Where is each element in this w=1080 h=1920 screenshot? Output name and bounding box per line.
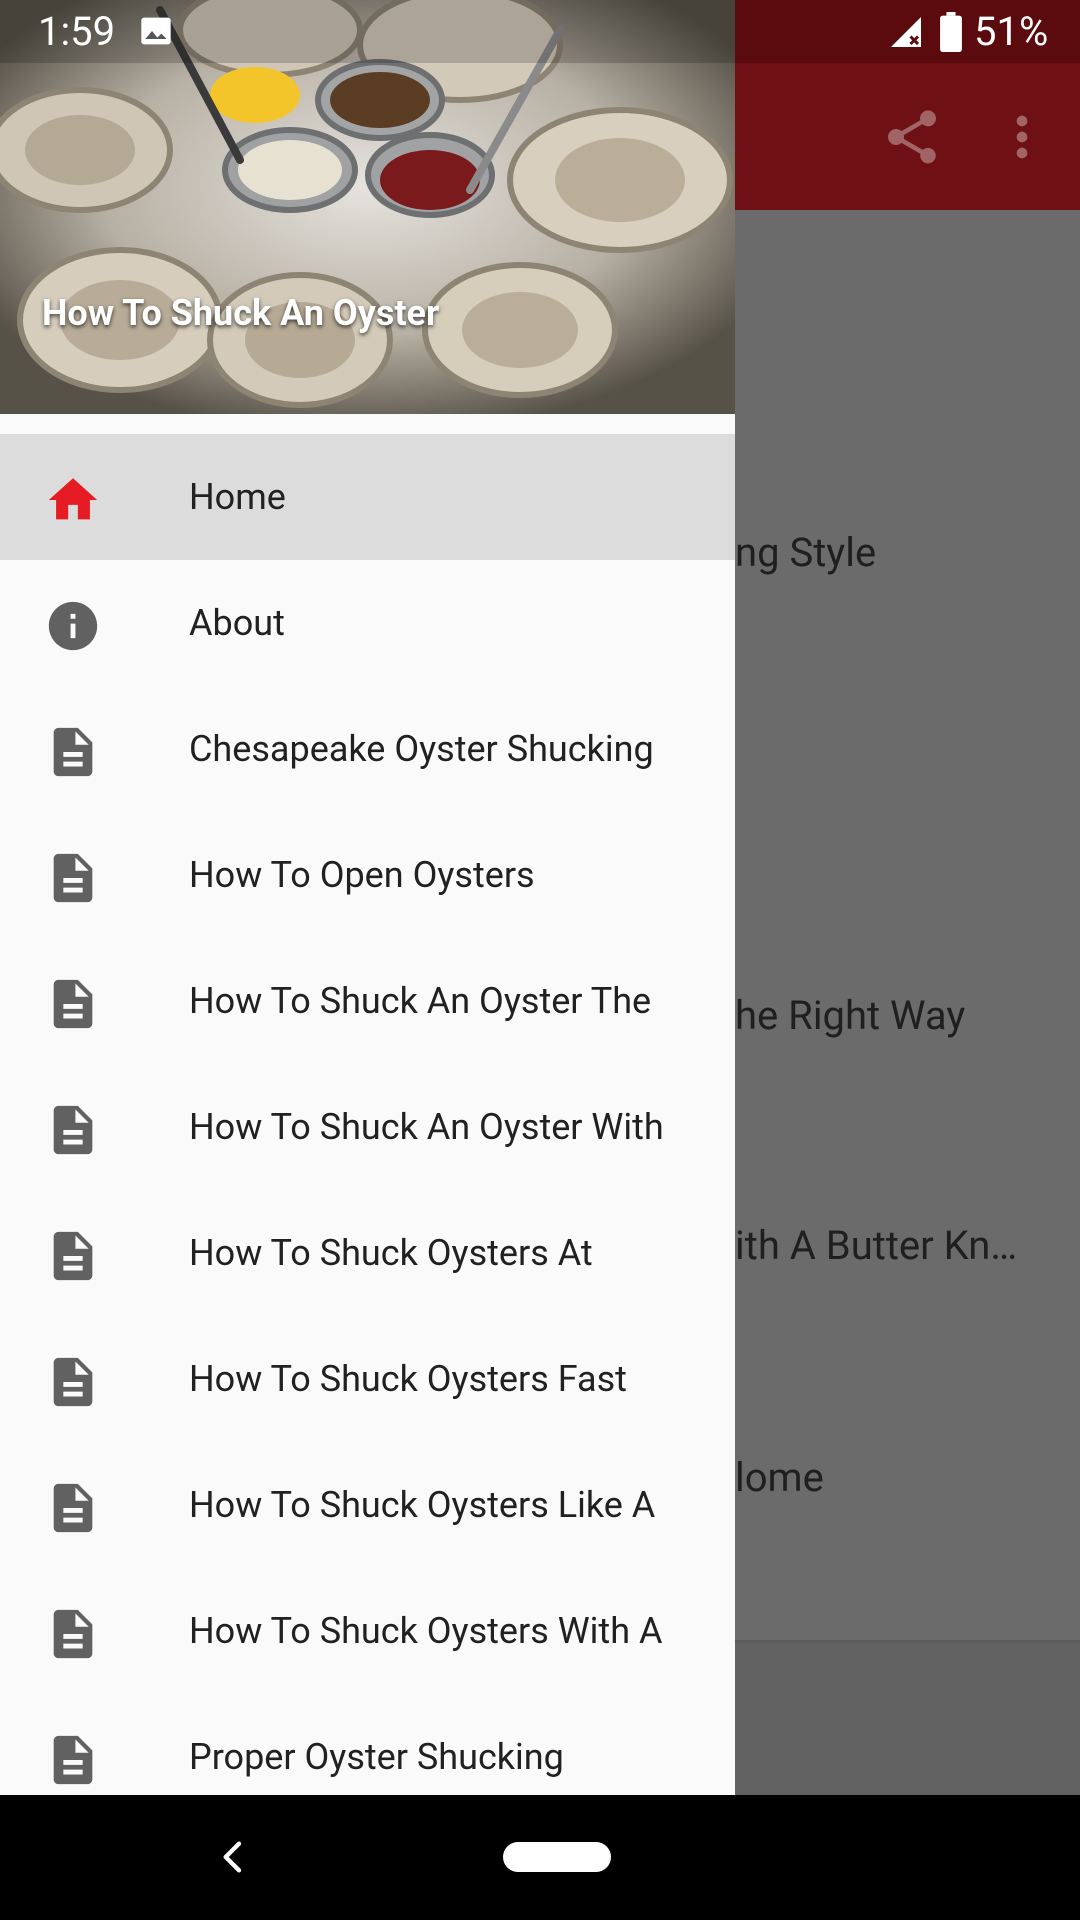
navigation-drawer: How To Shuck An Oyster Home About Chesap… bbox=[0, 0, 735, 1795]
document-icon bbox=[44, 849, 102, 907]
drawer-item-label: How To Shuck An Oyster The bbox=[189, 980, 652, 1022]
info-icon bbox=[44, 597, 102, 655]
drawer-item-label: Home bbox=[189, 476, 286, 518]
drawer-item-how-to-shuck-oysters-at[interactable]: How To Shuck Oysters At bbox=[0, 1190, 735, 1316]
document-icon bbox=[44, 1227, 102, 1285]
home-icon bbox=[44, 471, 102, 529]
document-icon bbox=[44, 1353, 102, 1411]
drawer-item-how-to-shuck-oysters-with-a[interactable]: How To Shuck Oysters With A bbox=[0, 1568, 735, 1694]
battery-icon bbox=[940, 12, 962, 52]
drawer-menu: Home About Chesapeake Oyster Shucking Ho… bbox=[0, 434, 735, 1795]
drawer-item-label: Proper Oyster Shucking bbox=[189, 1736, 564, 1778]
share-icon bbox=[880, 105, 944, 169]
drawer-item-proper-oyster-shucking[interactable]: Proper Oyster Shucking bbox=[0, 1694, 735, 1795]
document-icon bbox=[44, 1479, 102, 1537]
status-time: 1:59 bbox=[38, 8, 116, 55]
image-notification-icon bbox=[140, 16, 172, 46]
drawer-header-title: How To Shuck An Oyster bbox=[42, 292, 440, 334]
drawer-item-label: How To Shuck Oysters With A bbox=[189, 1610, 663, 1652]
home-gesture-pill[interactable] bbox=[503, 1842, 611, 1872]
drawer-item-how-to-shuck-oysters-like-a[interactable]: How To Shuck Oysters Like A bbox=[0, 1442, 735, 1568]
cellular-signal-icon bbox=[888, 14, 924, 50]
back-chevron-icon bbox=[223, 1841, 242, 1873]
drawer-item-home[interactable]: Home bbox=[0, 434, 735, 560]
drawer-item-label: How To Shuck An Oyster With bbox=[189, 1106, 664, 1148]
drawer-item-how-to-shuck-oysters-fast[interactable]: How To Shuck Oysters Fast bbox=[0, 1316, 735, 1442]
drawer-item-chesapeake-oyster-shucking[interactable]: Chesapeake Oyster Shucking bbox=[0, 686, 735, 812]
document-icon bbox=[44, 975, 102, 1033]
drawer-item-how-to-open-oysters[interactable]: How To Open Oysters bbox=[0, 812, 735, 938]
drawer-item-label: How To Shuck Oysters Fast bbox=[189, 1358, 627, 1400]
drawer-item-label: How To Shuck Oysters At bbox=[189, 1232, 593, 1274]
drawer-item-about[interactable]: About bbox=[0, 560, 735, 686]
back-button[interactable] bbox=[214, 1837, 254, 1877]
drawer-item-label: Chesapeake Oyster Shucking bbox=[189, 728, 654, 770]
drawer-item-label: How To Shuck Oysters Like A bbox=[189, 1484, 656, 1526]
document-icon bbox=[44, 1731, 102, 1789]
drawer-item-label: How To Open Oysters bbox=[189, 854, 535, 896]
status-bar: 1:59 51% bbox=[0, 0, 1080, 63]
system-navigation-bar bbox=[0, 1795, 1080, 1920]
document-icon bbox=[44, 723, 102, 781]
document-icon bbox=[44, 1101, 102, 1159]
drawer-item-label: About bbox=[189, 602, 285, 644]
battery-percent: 51% bbox=[974, 8, 1049, 55]
overflow-menu-icon bbox=[990, 105, 1054, 169]
drawer-item-how-to-shuck-an-oyster-the[interactable]: How To Shuck An Oyster The bbox=[0, 938, 735, 1064]
document-icon bbox=[44, 1605, 102, 1663]
drawer-item-how-to-shuck-an-oyster-with[interactable]: How To Shuck An Oyster With bbox=[0, 1064, 735, 1190]
